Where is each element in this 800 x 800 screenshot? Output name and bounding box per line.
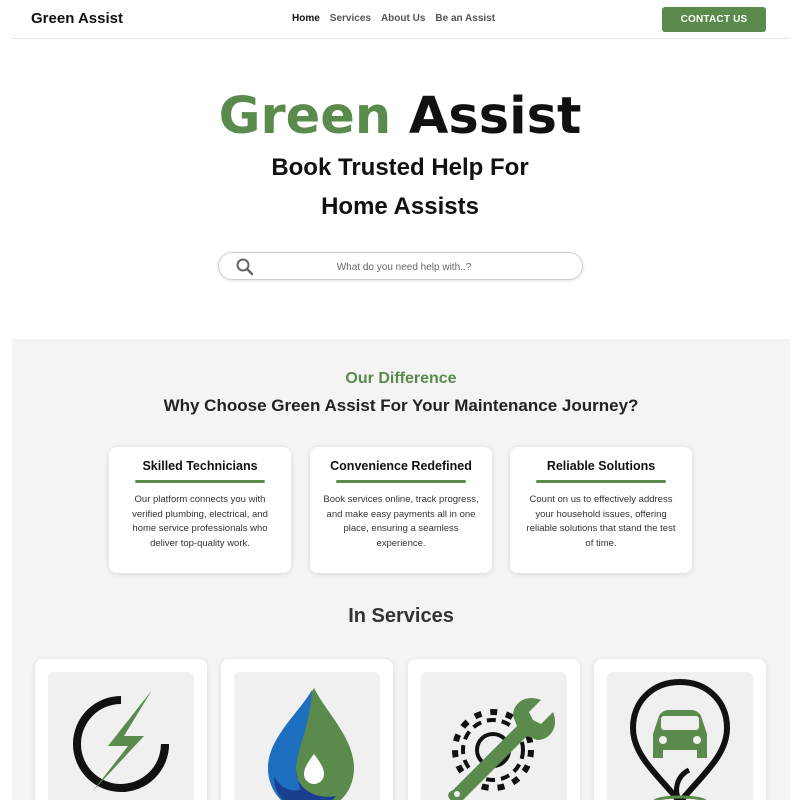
feature-card-text: Our platform connects you with verified … <box>132 494 268 549</box>
water-drop-icon <box>268 688 354 800</box>
feature-card-underline <box>135 480 265 483</box>
section-heading: Why Choose Green Assist For Your Mainten… <box>163 396 639 415</box>
search-bar <box>218 252 583 280</box>
nav-link-be-an-assist[interactable]: Be an Assist <box>435 13 495 24</box>
electric-bolt-icon <box>73 690 169 792</box>
feature-card-underline <box>536 480 666 483</box>
brand-logo-text[interactable]: Green Assist <box>31 10 123 27</box>
hero-subtitle-line2: Home Assists <box>321 193 479 220</box>
service-card-image <box>48 672 194 800</box>
feature-card-skilled-technicians: Skilled Technicians Our platform connect… <box>109 447 291 573</box>
search-icon[interactable] <box>235 257 255 277</box>
services-title: In Services <box>348 605 454 627</box>
service-card-image <box>234 672 380 800</box>
hero-title-green: Green <box>218 87 392 146</box>
feature-card-title: Convenience Redefined <box>330 459 472 473</box>
feature-card-text: Count on us to effectively address your … <box>526 494 676 549</box>
service-card-vehicle[interactable] <box>594 659 766 800</box>
why-choose-section: Our Difference Why Choose Green Assist F… <box>12 339 790 800</box>
feature-card-reliable-solutions: Reliable Solutions Count on us to effect… <box>510 447 692 573</box>
feature-card-underline <box>336 480 466 483</box>
feature-card-text: Book services online, track progress, an… <box>323 494 479 549</box>
service-card-repairs[interactable] <box>408 659 580 800</box>
service-card-image <box>421 672 567 800</box>
hero-subtitle: Book Trusted Help For Home Assists <box>0 148 800 226</box>
feature-card-title: Reliable Solutions <box>546 459 656 473</box>
feature-card-convenience: Convenience Redefined Book services onli… <box>310 447 492 573</box>
section-eyebrow: Our Difference <box>345 370 457 387</box>
nav-link-home[interactable]: Home <box>292 13 320 24</box>
nav-link-services[interactable]: Services <box>330 13 371 24</box>
nav-links: Home Services About Us Be an Assist <box>292 13 495 24</box>
hero-subtitle-line1: Book Trusted Help For <box>271 154 529 181</box>
wrench-gear-icon <box>448 698 555 800</box>
car-location-pin-icon <box>629 678 731 800</box>
hero-title: Green Assist <box>0 86 800 148</box>
service-card-electrical[interactable] <box>35 659 207 800</box>
nav-link-about[interactable]: About Us <box>381 13 425 24</box>
feature-card-title: Skilled Technicians <box>142 459 258 473</box>
top-navbar: Green Assist Home Services About Us Be a… <box>12 0 790 39</box>
contact-us-button[interactable]: CONTACT US <box>662 7 766 32</box>
service-card-plumbing[interactable] <box>221 659 393 800</box>
service-card-image <box>607 672 753 800</box>
search-input[interactable] <box>259 258 549 276</box>
hero-title-black: Assist <box>408 87 582 146</box>
